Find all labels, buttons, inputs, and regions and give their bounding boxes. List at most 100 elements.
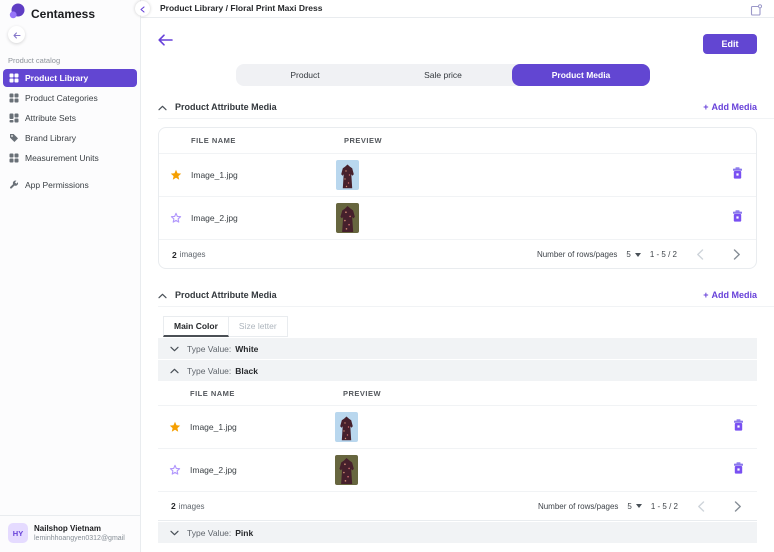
delete-button[interactable] — [732, 209, 743, 227]
sidebar-item-measurement-units[interactable]: Measurement Units — [3, 149, 137, 167]
sidebar-item-label: Product Library — [25, 73, 88, 83]
column-preview: PREVIEW — [343, 389, 381, 398]
rows-per-page-label: Number of rows/pages — [537, 250, 617, 259]
grid-icon — [9, 113, 19, 123]
delete-button[interactable] — [733, 418, 744, 436]
next-page-button[interactable] — [732, 501, 744, 512]
app-logo-icon — [9, 3, 25, 24]
caret-down-icon — [636, 504, 642, 508]
image-count: 2 — [172, 250, 177, 260]
sidebar: Centamess Product catalog Product Librar… — [0, 0, 141, 552]
type-value-prefix: Type Value: — [187, 528, 231, 538]
section-title: Product Attribute Media — [175, 290, 277, 300]
breadcrumb: Product Library / Floral Print Maxi Dres… — [160, 0, 323, 17]
table-footer: 2 images Number of rows/pages 5 1 - 5 / … — [158, 492, 757, 521]
image-count: 2 — [171, 501, 176, 511]
app-logo-row: Centamess — [9, 3, 95, 24]
type-value-prefix: Type Value: — [187, 366, 231, 376]
table-footer: 2 images Number of rows/pages 5 1 - 5 / … — [159, 240, 756, 269]
next-page-button[interactable] — [731, 249, 743, 260]
chevron-left-icon — [140, 0, 145, 18]
sidebar-item-label: Brand Library — [25, 133, 76, 143]
plus-icon: + — [703, 290, 708, 300]
sidebar-item-attribute-sets[interactable]: Attribute Sets — [3, 109, 137, 127]
table-header: FILE NAME PREVIEW — [158, 382, 757, 406]
edit-button[interactable]: Edit — [703, 34, 757, 54]
plus-icon: + — [703, 102, 708, 112]
breadcrumb-back-button[interactable] — [135, 1, 150, 16]
sidebar-item-label: Product Categories — [25, 93, 98, 103]
column-file-name: FILE NAME — [191, 136, 344, 145]
chevron-up-icon[interactable] — [158, 98, 167, 116]
sidebar-item-brand-library[interactable]: Brand Library — [3, 129, 137, 147]
media-table-card: FILE NAME PREVIEW Image_1.jpg Image_2.jp… — [158, 127, 757, 269]
sidebar-item-app-permissions[interactable]: App Permissions — [3, 176, 137, 194]
image-count-label: images — [180, 250, 206, 259]
table-row: Image_1.jpg — [158, 406, 757, 449]
preview-thumbnail — [335, 412, 358, 442]
sidebar-nav: Product Library Product Categories Attri… — [3, 69, 137, 196]
column-file-name: FILE NAME — [190, 389, 343, 398]
type-value: Black — [235, 366, 258, 376]
sidebar-item-label: Measurement Units — [25, 153, 99, 163]
preview-thumbnail — [335, 455, 358, 485]
arrow-left-icon — [158, 33, 173, 50]
page-range: 1 - 5 / 2 — [651, 502, 678, 511]
type-value-row-white[interactable]: Type Value: White — [158, 338, 757, 359]
grid-icon — [9, 153, 19, 163]
sidebar-collapse-button[interactable] — [8, 26, 25, 43]
table-row: Image_2.jpg — [159, 197, 756, 240]
grid-icon — [9, 93, 19, 103]
page-range: 1 - 5 / 2 — [650, 250, 677, 259]
rows-per-page-select[interactable]: 5 — [626, 250, 640, 259]
chevron-down-icon — [170, 528, 179, 538]
table-header: FILE NAME PREVIEW — [159, 128, 756, 154]
prev-page-button[interactable] — [694, 249, 706, 260]
delete-button[interactable] — [733, 461, 744, 479]
chevron-up-icon[interactable] — [158, 286, 167, 304]
back-button[interactable] — [158, 33, 173, 51]
subtab-size-letter[interactable]: Size letter — [229, 316, 288, 337]
type-value-row-black[interactable]: Type Value: Black — [158, 360, 757, 381]
type-value-prefix: Type Value: — [187, 344, 231, 354]
sidebar-section-label: Product catalog — [8, 56, 60, 65]
file-name: Image_2.jpg — [191, 213, 336, 223]
divider — [158, 118, 774, 119]
table-row: Image_1.jpg — [159, 154, 756, 197]
preview-thumbnail — [336, 203, 359, 233]
type-value-stack: Type Value: White Type Value: Black FILE… — [158, 338, 757, 544]
add-media-button[interactable]: + Add Media — [703, 290, 757, 300]
main-content: Edit Product Sale price Product Media Pr… — [141, 19, 774, 552]
sidebar-item-product-categories[interactable]: Product Categories — [3, 89, 137, 107]
attribute-subtabs: Main Color Size letter — [163, 316, 288, 337]
tab-sale-price[interactable]: Sale price — [374, 64, 512, 86]
sidebar-item-label: Attribute Sets — [25, 113, 76, 123]
add-media-button[interactable]: + Add Media — [703, 102, 757, 112]
avatar: HY — [8, 523, 28, 543]
rows-per-page-select[interactable]: 5 — [627, 502, 641, 511]
page-tabs: Product Sale price Product Media — [236, 64, 650, 86]
prev-page-button[interactable] — [695, 501, 707, 512]
section-header-2: Product Attribute Media + Add Media — [158, 288, 757, 302]
tab-product-media[interactable]: Product Media — [512, 64, 650, 86]
user-profile[interactable]: HY Nailshop Vietnam leminhhoangyen0312@g… — [0, 515, 140, 552]
user-email: leminhhoangyen0312@gmail — [34, 534, 125, 543]
star-filled-icon[interactable] — [170, 169, 183, 181]
star-outline-icon[interactable] — [169, 464, 182, 476]
file-name: Image_2.jpg — [190, 465, 335, 475]
tab-product[interactable]: Product — [236, 64, 374, 86]
section-header-1: Product Attribute Media + Add Media — [158, 100, 757, 114]
user-name: Nailshop Vietnam — [34, 524, 125, 534]
subtab-main-color[interactable]: Main Color — [163, 316, 229, 337]
star-filled-icon[interactable] — [169, 421, 182, 433]
grid-icon — [9, 73, 19, 83]
star-outline-icon[interactable] — [170, 212, 183, 224]
top-bar: Product Library / Floral Print Maxi Dres… — [141, 0, 774, 18]
type-value-row-pink[interactable]: Type Value: Pink — [158, 522, 757, 543]
image-count-label: images — [179, 502, 205, 511]
sidebar-item-product-library[interactable]: Product Library — [3, 69, 137, 87]
type-value: White — [235, 344, 258, 354]
file-name: Image_1.jpg — [191, 170, 336, 180]
delete-button[interactable] — [732, 166, 743, 184]
preview-thumbnail — [336, 160, 359, 190]
